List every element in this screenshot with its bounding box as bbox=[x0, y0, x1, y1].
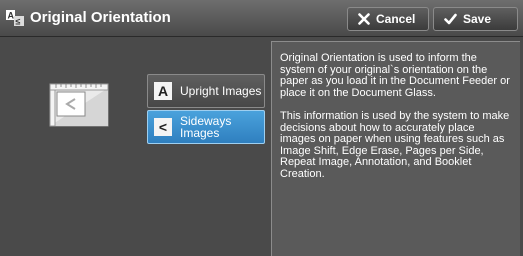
sideways-images-label: Sideways Images bbox=[180, 114, 232, 140]
description-paragraph-1: Original Orientation is used to inform t… bbox=[280, 52, 510, 99]
close-icon bbox=[358, 13, 370, 25]
orientation-preview-icon bbox=[49, 83, 109, 127]
upright-images-label: Upright Images bbox=[180, 84, 262, 98]
page-title: Original Orientation bbox=[30, 9, 171, 26]
description-paragraph-2: This information is used by the system t… bbox=[280, 110, 510, 180]
title-bar: A ≤ Original Orientation Cancel Save bbox=[0, 0, 523, 37]
svg-text:≤: ≤ bbox=[16, 17, 21, 27]
save-button[interactable]: Save bbox=[433, 7, 518, 31]
checkmark-icon bbox=[444, 13, 457, 25]
upright-a-icon: A bbox=[154, 82, 172, 100]
cancel-button[interactable]: Cancel bbox=[347, 7, 429, 31]
description-panel: Original Orientation is used to inform t… bbox=[271, 41, 520, 256]
sideways-chevron-icon: < bbox=[154, 118, 172, 136]
orientation-icon: A ≤ bbox=[6, 10, 24, 26]
save-label: Save bbox=[463, 12, 492, 26]
cancel-label: Cancel bbox=[376, 12, 416, 26]
svg-text:A: A bbox=[8, 11, 15, 21]
sideways-images-button[interactable]: < Sideways Images bbox=[147, 110, 265, 144]
upright-images-button[interactable]: A Upright Images bbox=[147, 74, 265, 108]
